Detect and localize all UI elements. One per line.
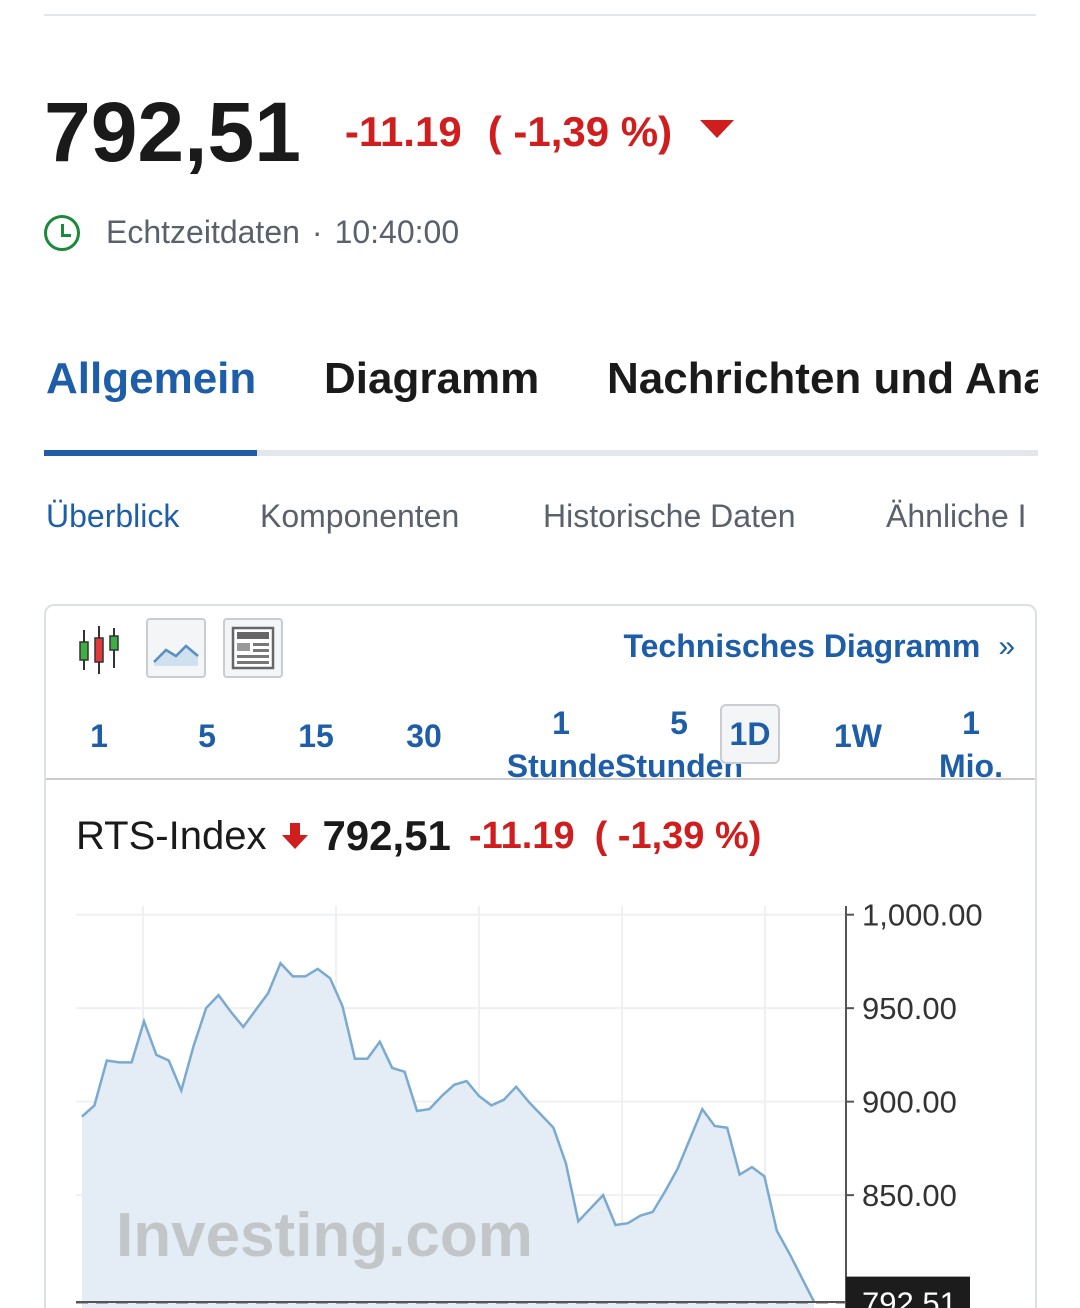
interval-1m[interactable]: 1 Mio. xyxy=(931,702,1011,788)
interval-1w[interactable]: 1W xyxy=(826,715,890,758)
line-chart-icon[interactable] xyxy=(146,618,206,678)
tab-allgemein[interactable]: Allgemein xyxy=(46,354,256,404)
interval-label: 1 xyxy=(90,718,108,754)
y-axis: 1,000.00 950.00 900.00 850.00 xyxy=(846,898,983,1213)
y-tick-label: 1,000.00 xyxy=(862,898,983,933)
chart-header: RTS-Index 792,51 -11.19 ( -1,39 %) xyxy=(76,812,761,860)
arrow-down-icon xyxy=(282,823,309,849)
chart-price: 792,51 xyxy=(322,812,451,859)
tab-diagramm[interactable]: Diagramm xyxy=(324,354,539,404)
interval-15min[interactable]: 15 xyxy=(286,715,346,758)
candlestick-chart-icon[interactable] xyxy=(74,618,134,678)
table-view-icon[interactable] xyxy=(223,618,283,678)
realtime-label: Echtzeitdaten xyxy=(106,214,300,250)
technical-chart-label: Technisches Diagramm xyxy=(623,628,981,664)
interval-1d[interactable]: 1D xyxy=(720,704,780,764)
interval-label: 1W xyxy=(834,718,882,754)
interval-label: 1 xyxy=(552,705,570,741)
interval-label: Mio. xyxy=(939,748,1003,784)
last-price-value: 792.51 xyxy=(862,1286,957,1308)
subtab-aehnliche[interactable]: Ähnliche I xyxy=(886,498,1027,535)
interval-label: 1D xyxy=(729,716,771,752)
separator: · xyxy=(311,214,323,250)
tab-nachrichten[interactable]: Nachrichten und Ana xyxy=(607,354,1038,404)
instrument-name: RTS-Index xyxy=(76,813,267,858)
chart-change: -11.19 xyxy=(468,814,575,857)
interval-label: 15 xyxy=(298,718,334,754)
last-price-label: 792.51 xyxy=(846,1276,970,1308)
quote-summary: 792,51 -11.19 ( -1,39 %) xyxy=(44,82,735,182)
technical-chart-link[interactable]: Technisches Diagramm » xyxy=(623,628,1015,665)
main-tabs: Allgemein Diagramm Nachrichten und Ana xyxy=(44,344,1038,456)
subtab-historische-daten[interactable]: Historische Daten xyxy=(543,498,796,535)
interval-1min[interactable]: 1 xyxy=(76,715,122,758)
realtime-status: Echtzeitdaten · 10:40:00 xyxy=(44,214,459,251)
quote-change: -11.19 xyxy=(344,108,462,155)
top-divider xyxy=(44,14,1036,16)
interval-label: 5 xyxy=(198,718,216,754)
subtab-komponenten[interactable]: Komponenten xyxy=(260,498,459,535)
sub-tabs: Überblick Komponenten Historische Daten … xyxy=(44,494,1038,542)
interval-label: 5 xyxy=(670,705,688,741)
interval-1h[interactable]: 1 Stunde xyxy=(501,702,621,788)
y-tick-label: 900.00 xyxy=(862,1085,957,1120)
y-tick-label: 850.00 xyxy=(862,1178,957,1213)
quote-change-percent: ( -1,39 %) xyxy=(487,108,673,155)
subtab-ueberblick[interactable]: Überblick xyxy=(46,498,179,535)
quote-price: 792,51 xyxy=(44,84,301,179)
interval-30min[interactable]: 30 xyxy=(394,715,454,758)
y-tick-label: 950.00 xyxy=(862,991,957,1026)
clock-icon xyxy=(44,214,80,251)
interval-label: Stunde xyxy=(506,748,616,784)
chart-card: Technisches Diagramm » 1 5 15 30 1 Stunde… xyxy=(44,604,1037,1308)
chart-change-percent: ( -1,39 %) xyxy=(594,814,762,857)
price-chart[interactable]: Investing.com 1,000.00 950.00 900.00 850.00… xyxy=(46,896,1037,1308)
interval-label: 30 xyxy=(406,718,442,754)
triangle-down-icon xyxy=(700,120,735,138)
double-chevron-right-icon: » xyxy=(998,629,1015,663)
active-tab-indicator xyxy=(44,450,257,456)
quote-time: 10:40:00 xyxy=(334,214,460,250)
interval-selector: 1 5 15 30 1 Stunde 5 Stunden 1D 1W 1 Mio. xyxy=(46,702,1035,784)
interval-5min[interactable]: 5 xyxy=(184,715,230,758)
interval-label: 1 xyxy=(962,705,980,741)
watermark: Investing.com xyxy=(116,1201,533,1270)
